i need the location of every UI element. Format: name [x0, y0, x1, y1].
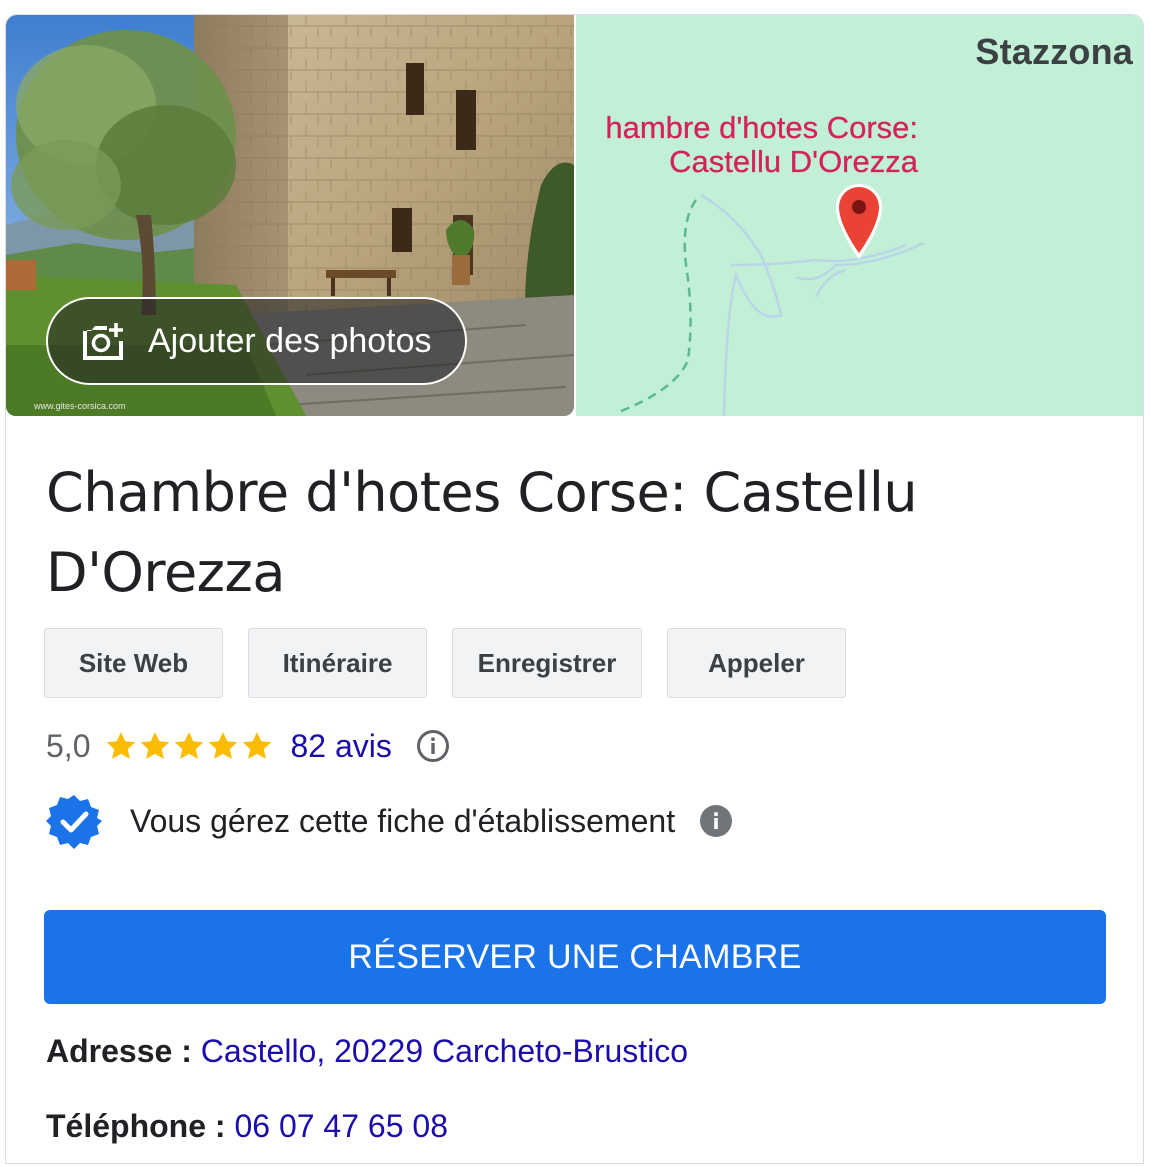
- business-photo[interactable]: www.gites-corsica.com Ajouter des photos: [6, 15, 574, 416]
- rating-row: 5,0 82 avis: [46, 721, 450, 771]
- address-label: Adresse :: [46, 1033, 201, 1069]
- add-photos-button[interactable]: Ajouter des photos: [46, 297, 467, 385]
- reviews-link[interactable]: 82 avis: [290, 728, 391, 765]
- business-title-line2: D'Orezza: [46, 541, 285, 604]
- info-outline-icon[interactable]: [416, 729, 450, 763]
- star-icon: [243, 732, 272, 759]
- phone-link[interactable]: 06 07 47 65 08: [234, 1108, 448, 1144]
- star-icon: [209, 732, 238, 759]
- svg-text:www.gites-corsica.com: www.gites-corsica.com: [33, 401, 126, 411]
- hero-media: www.gites-corsica.com Ajouter des photos: [6, 15, 1143, 416]
- business-title-line1: Chambre d'hotes Corse: Castellu: [46, 461, 918, 524]
- rating-value: 5,0: [46, 727, 91, 764]
- website-button[interactable]: Site Web: [44, 628, 223, 698]
- map-place-label-line1: hambre d'hotes Corse:: [605, 110, 918, 145]
- add-photos-label: Ajouter des photos: [148, 321, 432, 360]
- map-preview[interactable]: Stazzona hambre d'hotes Corse: Castellu …: [576, 15, 1143, 416]
- address-row: Adresse : Castello, 20229 Carcheto-Brust…: [46, 1033, 688, 1070]
- verified-badge-icon: [46, 795, 102, 849]
- map-pin-icon[interactable]: [834, 183, 884, 263]
- map-place-label: hambre d'hotes Corse: Castellu D'Orezza: [576, 110, 918, 179]
- call-button[interactable]: Appeler: [667, 628, 846, 698]
- info-filled-icon[interactable]: [699, 804, 733, 838]
- managed-listing-text: Vous gérez cette fiche d'établissement: [130, 802, 676, 839]
- business-title: Chambre d'hotes Corse: Castellu D'Orezza: [46, 453, 1046, 613]
- map-town-label: Stazzona: [975, 31, 1133, 72]
- rating-stars: [104, 730, 274, 762]
- book-room-button[interactable]: RÉSERVER UNE CHAMBRE: [44, 910, 1106, 1004]
- map-place-label-line2: Castellu D'Orezza: [669, 144, 918, 179]
- phone-label: Téléphone :: [46, 1108, 235, 1144]
- managed-listing-row: Vous gérez cette fiche d'établissement: [46, 791, 733, 851]
- add-photo-icon: [83, 323, 123, 360]
- business-knowledge-panel: www.gites-corsica.com Ajouter des photos: [5, 14, 1144, 1164]
- star-icon: [141, 732, 170, 759]
- address-link[interactable]: Castello, 20229 Carcheto-Brustico: [201, 1033, 688, 1069]
- directions-button[interactable]: Itinéraire: [248, 628, 427, 698]
- phone-row: Téléphone : 06 07 47 65 08: [46, 1108, 448, 1145]
- star-icon: [175, 732, 204, 759]
- star-icon: [107, 732, 136, 759]
- save-button[interactable]: Enregistrer: [452, 628, 642, 698]
